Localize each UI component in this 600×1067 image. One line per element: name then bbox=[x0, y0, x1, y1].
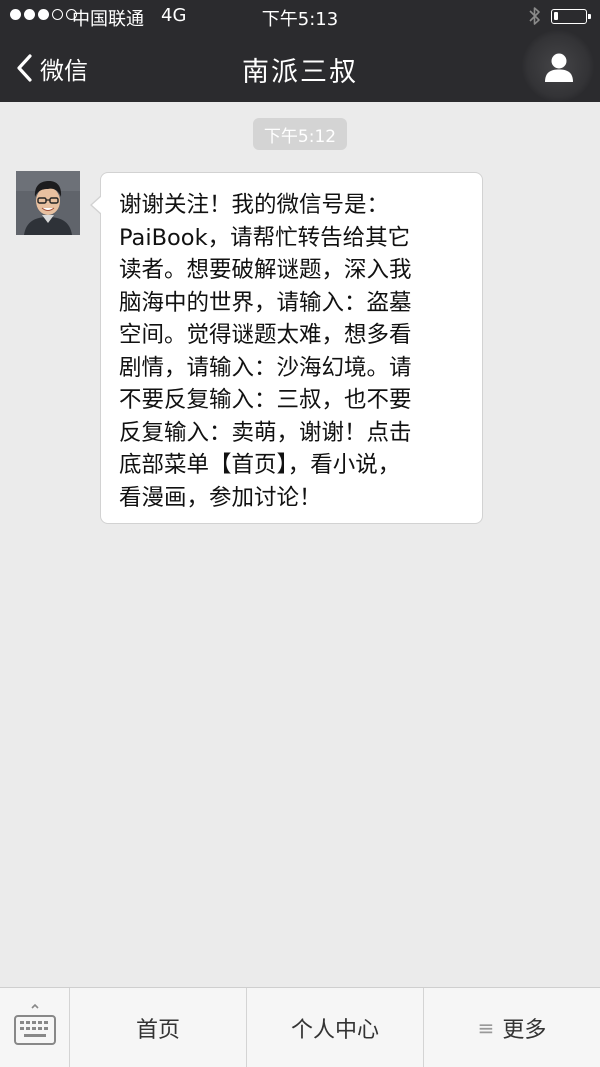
message-line: 空间。觉得谜题太难，想多看 bbox=[119, 322, 412, 348]
message-line: 读者。想要破解谜题，深入我 bbox=[119, 257, 412, 283]
battery-icon bbox=[551, 9, 591, 24]
page-title: 南派三叔 bbox=[242, 57, 358, 88]
keyboard-toggle-button[interactable] bbox=[0, 988, 70, 1067]
profile-button[interactable] bbox=[522, 30, 594, 102]
status-time: 下午5:13 bbox=[261, 9, 339, 30]
keyboard-icon bbox=[14, 1003, 56, 1045]
message-line: 脑海中的世界，请输入：盗墓 bbox=[119, 289, 412, 316]
message-line: PaiBook，请帮忙转告给其它 bbox=[119, 224, 411, 251]
message-line: 反复输入：卖萌，谢谢！点击 bbox=[119, 419, 412, 446]
status-bar: 中国联通 4G 下午5:13 bbox=[0, 0, 600, 34]
menu-home-label: 首页 bbox=[135, 1017, 180, 1043]
message-line: 剧情，请输入：沙海幻境。请 bbox=[119, 354, 412, 381]
bottom-menu: 首页 个人中心 ≡ 更多 bbox=[0, 987, 600, 1067]
message-line: 看漫画，参加讨论！ bbox=[119, 484, 322, 511]
bubble-tail-fill bbox=[92, 196, 102, 214]
battery-level bbox=[554, 12, 558, 20]
avatar-portrait bbox=[16, 171, 80, 235]
menu-personal-center[interactable]: 个人中心 bbox=[247, 988, 424, 1067]
avatar[interactable] bbox=[16, 171, 80, 235]
message-line: 底部菜单【首页】，看小说， bbox=[119, 452, 401, 478]
battery-tip bbox=[588, 14, 591, 19]
bluetooth-icon bbox=[529, 7, 540, 25]
message-line: 谢谢关注！我的微信号是： bbox=[119, 192, 390, 218]
message-bubble[interactable]: 谢谢关注！我的微信号是： PaiBook，请帮忙转告给其它 读者。想要破解谜题，… bbox=[90, 172, 483, 524]
menu-personal-center-label: 个人中心 bbox=[290, 1017, 379, 1043]
menu-more[interactable]: ≡ 更多 bbox=[424, 988, 600, 1067]
menu-more-label: 更多 bbox=[502, 1017, 547, 1043]
menu-home[interactable]: 首页 bbox=[70, 988, 247, 1067]
message-timestamp: 下午5:12 bbox=[253, 118, 347, 150]
message-line: 不要反复输入：三叔，也不要 bbox=[119, 387, 412, 413]
menu-list-icon: ≡ bbox=[477, 1015, 495, 1040]
person-icon bbox=[545, 53, 573, 82]
top-bar: 中国联通 4G 下午5:13 微信 南派三叔 bbox=[0, 0, 600, 102]
